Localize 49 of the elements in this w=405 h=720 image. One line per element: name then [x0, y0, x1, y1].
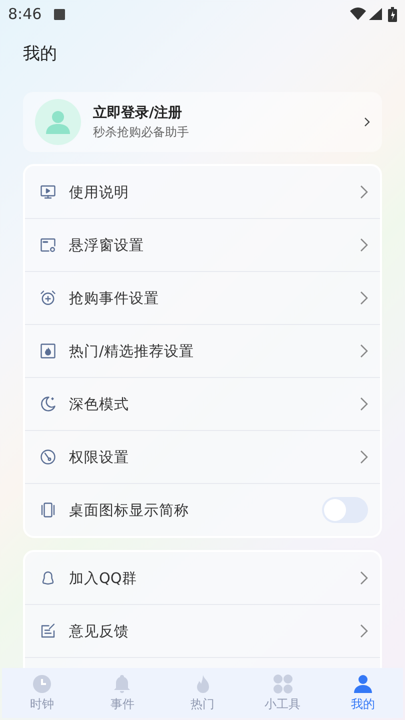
login-title: 立即登录/注册: [93, 104, 184, 122]
settings-row[interactable]: 权限设置: [25, 430, 380, 483]
bell-icon: [112, 674, 132, 694]
chevron-right-icon: [360, 397, 368, 411]
avatar-icon: [35, 99, 81, 145]
settings-row[interactable]: 加入QQ群: [25, 552, 380, 604]
setting-label: 悬浮窗设置: [69, 236, 145, 254]
edit-note-icon: [39, 622, 57, 640]
window-gear-icon: [39, 236, 57, 254]
chevron-right-icon: [364, 117, 370, 127]
moon-icon: [39, 395, 57, 413]
toggle-switch[interactable]: [322, 497, 368, 523]
chevron-right-icon: [360, 624, 368, 638]
clock-icon: [32, 674, 52, 694]
chevron-right-icon: [360, 185, 368, 199]
four-dots-icon: [272, 674, 293, 694]
tab-item[interactable]: 我的: [322, 668, 404, 718]
wifi-icon: [350, 7, 366, 21]
page-title: 我的: [23, 44, 57, 64]
flame-square-icon: [39, 342, 57, 360]
person-icon: [352, 674, 373, 694]
settings-row[interactable]: 意见反馈: [25, 604, 380, 657]
signal-icon: [368, 7, 382, 21]
chevron-right-icon: [360, 571, 368, 585]
chevron-right-icon: [360, 291, 368, 305]
setting-label: 加入QQ群: [69, 570, 138, 588]
setting-label: 桌面图标显示简称: [69, 502, 190, 520]
chevron-right-icon: [360, 238, 368, 252]
setting-label: 权限设置: [69, 448, 130, 466]
monitor-play-icon: [39, 183, 57, 201]
setting-label: 抢购事件设置: [69, 290, 160, 308]
settings-row[interactable]: 使用说明: [25, 166, 380, 218]
settings-row[interactable]: 抢购事件设置: [25, 271, 380, 324]
phone-frame-icon: [39, 501, 57, 519]
setting-label: 意见反馈: [69, 622, 130, 640]
settings-row[interactable]: 深色模式: [25, 377, 380, 430]
settings-row[interactable]: 悬浮窗设置: [25, 218, 380, 271]
gauge-icon: [39, 448, 57, 466]
alarm-clock-icon: [39, 289, 57, 307]
battery-icon: [388, 6, 397, 22]
chevron-right-icon: [360, 450, 368, 464]
setting-label: 深色模式: [69, 396, 130, 414]
chevron-right-icon: [360, 344, 368, 358]
login-subtitle: 秒杀抢购必备助手: [93, 124, 190, 140]
settings-row[interactable]: 热门/精选推荐设置: [25, 324, 380, 377]
status-time: 8:46: [8, 5, 42, 23]
setting-label: 使用说明: [69, 184, 130, 202]
login-card[interactable]: 立即登录/注册 秒杀抢购必备助手: [23, 92, 382, 152]
setting-label: 热门/精选推荐设置: [69, 342, 195, 360]
